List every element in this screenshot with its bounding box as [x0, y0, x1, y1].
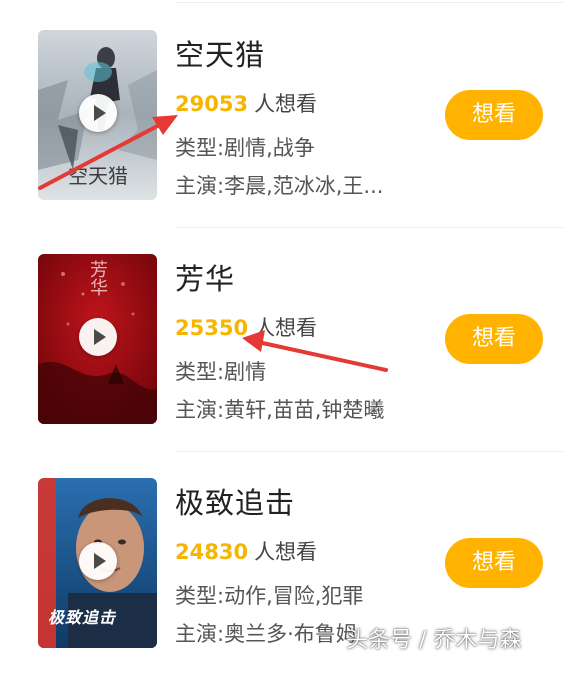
poster-title-text: 芳华 — [87, 260, 108, 296]
want-count-line: 25350 人想看 — [175, 312, 317, 342]
watermark: 头条号 / 乔木与森 — [346, 628, 522, 653]
movie-cast: 主演:黄轩,苗苗,钟楚曦 — [175, 398, 385, 422]
poster-title-text: 空天猎 — [68, 164, 128, 188]
want-count: 29053 — [175, 92, 249, 116]
movie-item-fanghua[interactable]: 芳华 芳华 25350 人想看 类型:剧情 主演:黄轩,苗苗,钟楚曦 想看 — [0, 228, 563, 452]
movie-poster[interactable]: 芳华 — [38, 254, 157, 424]
want-count-line: 29053 人想看 — [175, 88, 317, 118]
want-suffix: 人想看 — [254, 316, 318, 340]
want-to-see-button[interactable]: 想看 — [445, 90, 543, 140]
play-icon[interactable] — [79, 542, 117, 580]
movie-poster[interactable]: 空天猎 — [38, 30, 157, 200]
want-count-line: 24830 人想看 — [175, 536, 317, 566]
movie-genre: 类型:动作,冒险,犯罪 — [175, 584, 364, 608]
movie-cast: 主演:李晨,范冰冰,王... — [175, 174, 384, 198]
movie-title[interactable]: 芳华 — [175, 256, 235, 298]
movie-title[interactable]: 空天猎 — [175, 32, 265, 74]
want-suffix: 人想看 — [254, 540, 318, 564]
want-count: 24830 — [175, 540, 249, 564]
play-icon[interactable] — [79, 94, 117, 132]
play-icon[interactable] — [79, 318, 117, 356]
movie-poster[interactable]: 极致追击 — [38, 478, 157, 648]
want-to-see-button[interactable]: 想看 — [445, 538, 543, 588]
want-suffix: 人想看 — [254, 92, 318, 116]
want-count: 25350 — [175, 316, 249, 340]
movie-genre: 类型:剧情,战争 — [175, 136, 315, 160]
top-divider — [175, 2, 563, 3]
poster-title-text: 极致追击 — [48, 608, 117, 627]
movie-genre: 类型:剧情 — [175, 360, 267, 384]
movie-title[interactable]: 极致追击 — [175, 480, 295, 522]
movie-item-kongtianlie[interactable]: 空天猎 空天猎 29053 人想看 类型:剧情,战争 主演:李晨,范冰冰,王...… — [0, 4, 563, 228]
movie-cast: 主演:奥兰多·布鲁姆 — [175, 622, 357, 646]
want-to-see-button[interactable]: 想看 — [445, 314, 543, 364]
